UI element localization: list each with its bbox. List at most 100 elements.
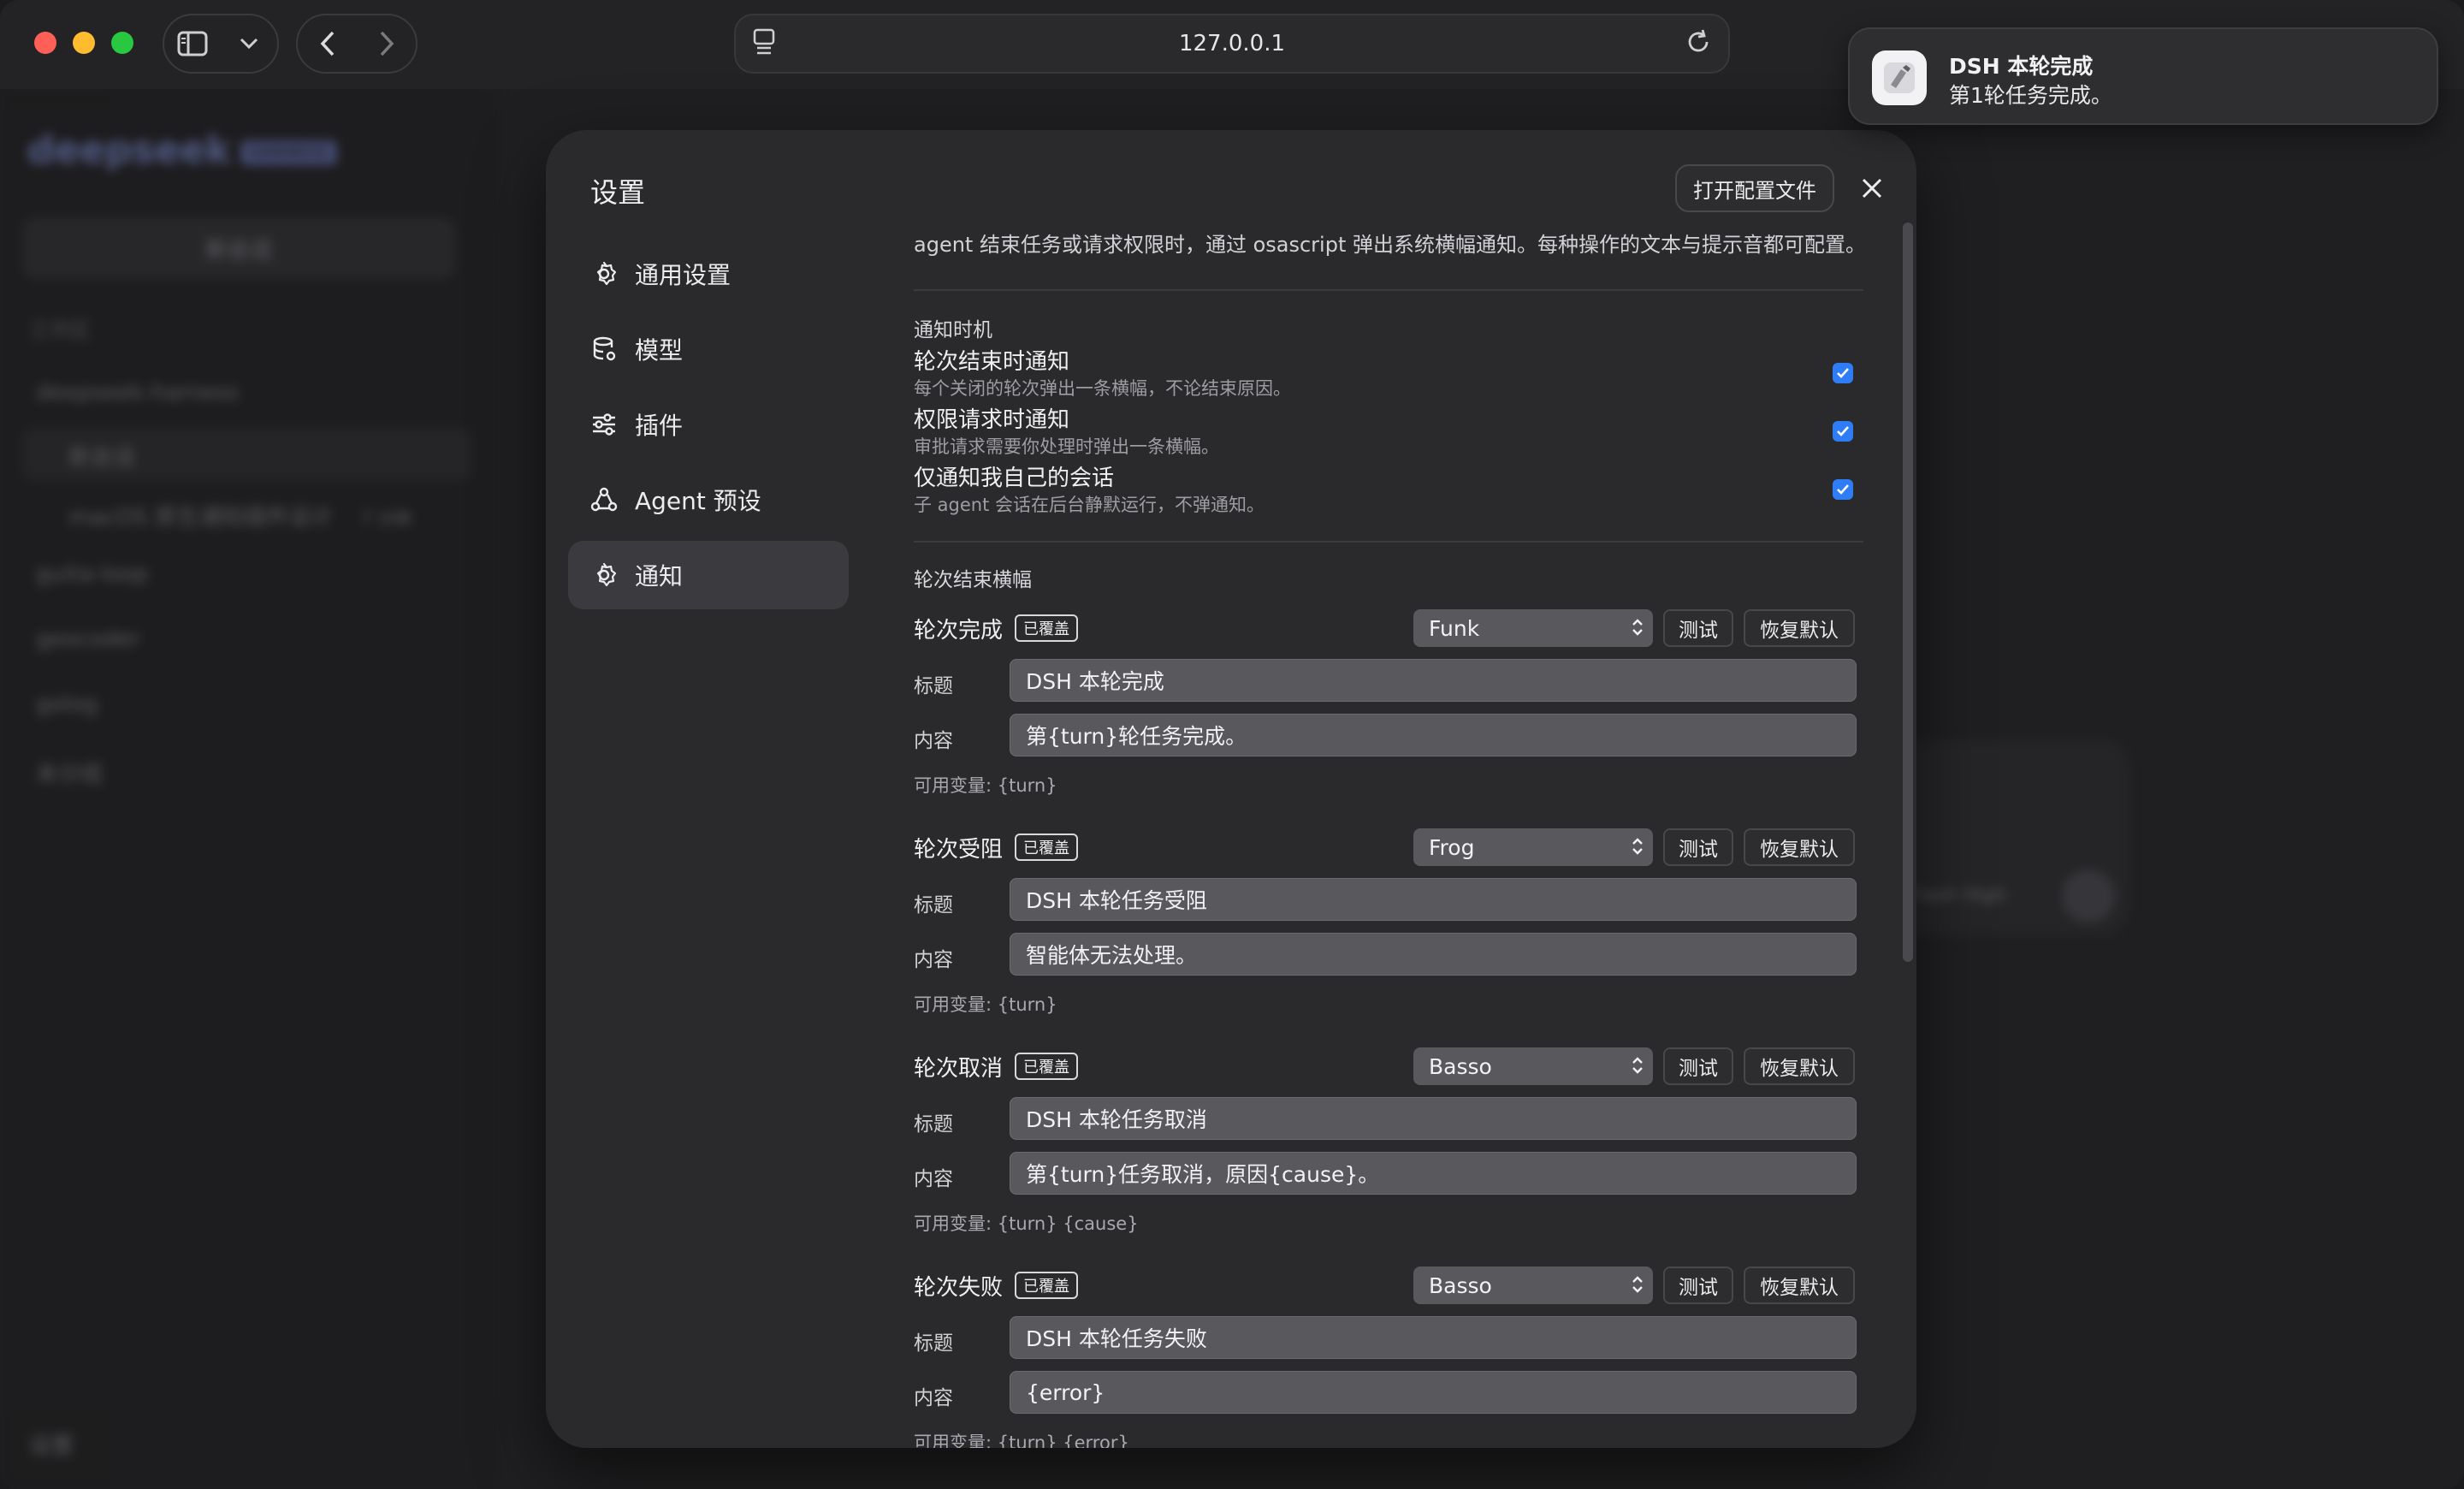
sound-select[interactable]: Frog (1413, 828, 1653, 866)
timing-option-title: 轮次结束时通知 (914, 349, 1070, 375)
nav-item-model[interactable]: 模型 (568, 315, 849, 383)
reload-icon[interactable] (1684, 27, 1713, 62)
sound-select[interactable]: Basso (1413, 1047, 1653, 1085)
notification-title: DSH 本轮完成 (1949, 54, 2094, 79)
minimize-window-button[interactable] (73, 32, 95, 54)
title-input[interactable]: DSH 本轮完成 (1010, 659, 1857, 702)
banner-section-label: 轮次结束横幅 (914, 569, 1032, 591)
gear-icon (590, 260, 618, 288)
bg-workspace-label: 工作区 (29, 318, 91, 342)
chevron-down-icon[interactable] (232, 27, 266, 61)
sound-select[interactable]: Funk (1413, 609, 1653, 647)
updown-chevron-icon (1631, 616, 1644, 644)
reset-default-button[interactable]: 恢复默认 (1744, 1047, 1855, 1085)
bg-model-label: Flash High (1908, 885, 2007, 906)
settings-nav: 通用设置 模型 插件 Agent 预设 通知 (568, 240, 849, 616)
title-input[interactable]: DSH 本轮任务取消 (1010, 1097, 1857, 1140)
database-icon (590, 335, 618, 363)
group-name: 轮次失败 已覆盖 (914, 1267, 1079, 1304)
override-badge: 已覆盖 (1015, 1053, 1079, 1080)
group-name: 轮次完成 已覆盖 (914, 609, 1079, 647)
test-button[interactable]: 测试 (1663, 609, 1733, 647)
script-app-icon (1872, 50, 1927, 105)
settings-modal: 设置 通用设置 模型 插件 Agent 预设 通知 打开配置文件 agent 结… (546, 130, 1916, 1448)
banner-group-cancelled: 轮次取消 已覆盖 Basso 测试 恢复默认 标题 DSH 本轮任务取消 内容 第… (914, 1047, 1863, 1253)
banner-group-blocked: 轮次受阻 已覆盖 Frog 测试 恢复默认 标题 DSH 本轮任务受阻 内容 智能… (914, 828, 1863, 1034)
open-config-button[interactable]: 打开配置文件 (1675, 164, 1834, 212)
available-vars: 可用变量: {turn} {cause} (914, 1213, 1139, 1234)
timing-option-title: 仅通知我自己的会话 (914, 466, 1115, 491)
updown-chevron-icon (1631, 1054, 1644, 1082)
bg-send-button (2062, 869, 2115, 922)
nav-item-label: 插件 (635, 412, 684, 440)
page-menu-icon[interactable] (751, 27, 777, 62)
override-badge: 已覆盖 (1015, 1272, 1079, 1299)
browser-window: deepseek HARNESS 新会话 工作区 deepseek-harness… (0, 0, 2464, 1489)
notify-permission-checkbox[interactable] (1833, 421, 1853, 442)
notifications-description: agent 结束任务或请求权限时，通过 osascript 弹出系统横幅通知。每… (914, 233, 1863, 257)
nav-buttons-group (296, 14, 418, 74)
bg-list-item: geocoder (36, 626, 140, 652)
timing-section-label: 通知时机 (914, 319, 992, 341)
available-vars: 可用变量: {turn} (914, 775, 1057, 796)
close-window-button[interactable] (34, 32, 56, 54)
nav-item-plugins[interactable]: 插件 (568, 390, 849, 459)
system-notification-banner[interactable]: DSH 本轮完成 第1轮任务完成。 (1848, 27, 2438, 125)
bg-list-item: 新会话 (22, 428, 472, 481)
group-name: 轮次取消 已覆盖 (914, 1047, 1079, 1085)
timing-option-subtitle: 子 agent 会话在后台静默运行，不弹通知。 (914, 495, 1265, 515)
bg-list-item: macOS 原生通知插件设计 7 分钟 (68, 505, 412, 531)
nav-item-label: Agent 预设 (635, 487, 761, 515)
agent-icon (590, 486, 618, 513)
body-input[interactable]: 第{turn}任务取消，原因{cause}。 (1010, 1152, 1857, 1195)
body-input[interactable]: {error} (1010, 1371, 1857, 1414)
body-input[interactable]: 第{turn}轮任务完成。 (1010, 714, 1857, 756)
bg-logo-text: deepseek (27, 128, 231, 172)
close-icon[interactable] (1855, 171, 1889, 205)
updown-chevron-icon (1631, 835, 1644, 863)
gear-icon (590, 561, 618, 589)
available-vars: 可用变量: {turn} (914, 994, 1057, 1015)
bg-logo: deepseek HARNESS (27, 128, 337, 172)
nav-item-general[interactable]: 通用设置 (568, 240, 849, 308)
back-arrow-icon[interactable] (311, 27, 345, 61)
title-input[interactable]: DSH 本轮任务失败 (1010, 1316, 1857, 1359)
zoom-window-button[interactable] (111, 32, 133, 54)
test-button[interactable]: 测试 (1663, 1267, 1733, 1304)
banner-group-complete: 轮次完成 已覆盖 Funk 测试 恢复默认 标题 DSH 本轮完成 内容 第{tu… (914, 609, 1863, 815)
address-bar[interactable]: 127.0.0.1 (734, 14, 1730, 74)
reset-default-button[interactable]: 恢复默认 (1744, 1267, 1855, 1304)
nav-item-label: 通知 (635, 562, 684, 590)
banner-group-failed: 轮次失败 已覆盖 Basso 测试 恢复默认 标题 DSH 本轮任务失败 内容 {… (914, 1267, 1863, 1448)
bg-list-item: deepseek-harness (36, 380, 240, 406)
bg-settings: 设置 (29, 1433, 74, 1459)
notifications-panel: agent 结束任务或请求权限时，通过 osascript 弹出系统横幅通知。每… (914, 212, 1863, 1448)
group-name: 轮次受阻 已覆盖 (914, 828, 1079, 866)
forward-arrow-icon[interactable] (370, 27, 404, 61)
settings-title: 设置 (590, 176, 646, 209)
sidebar-icon[interactable] (175, 27, 210, 61)
nav-item-agent-presets[interactable]: Agent 预设 (568, 466, 849, 534)
sound-select[interactable]: Basso (1413, 1267, 1653, 1304)
notify-own-sessions-checkbox[interactable] (1833, 479, 1853, 500)
title-label: 标题 (914, 1332, 953, 1355)
bg-list-item: guita-loop (36, 561, 149, 587)
settings-scrollbar[interactable] (1903, 222, 1913, 962)
nav-item-label: 通用设置 (635, 261, 732, 289)
title-label: 标题 (914, 894, 953, 917)
bg-list-item: 未分组 (36, 762, 104, 787)
notify-turn-end-checkbox[interactable] (1833, 363, 1853, 383)
reset-default-button[interactable]: 恢复默认 (1744, 828, 1855, 866)
reset-default-button[interactable]: 恢复默认 (1744, 609, 1855, 647)
title-input[interactable]: DSH 本轮任务受阻 (1010, 878, 1857, 921)
nav-item-notifications[interactable]: 通知 (568, 541, 849, 609)
title-label: 标题 (914, 1113, 953, 1136)
test-button[interactable]: 测试 (1663, 1047, 1733, 1085)
body-input[interactable]: 智能体无法处理。 (1010, 933, 1857, 976)
divider (914, 289, 1863, 291)
override-badge: 已覆盖 (1015, 614, 1079, 642)
notification-body: 第1轮任务完成。 (1949, 83, 2112, 108)
test-button[interactable]: 测试 (1663, 828, 1733, 866)
sliders-icon (590, 411, 618, 438)
timing-option-subtitle: 每个关闭的轮次弹出一条横幅，不论结束原因。 (914, 378, 1291, 399)
